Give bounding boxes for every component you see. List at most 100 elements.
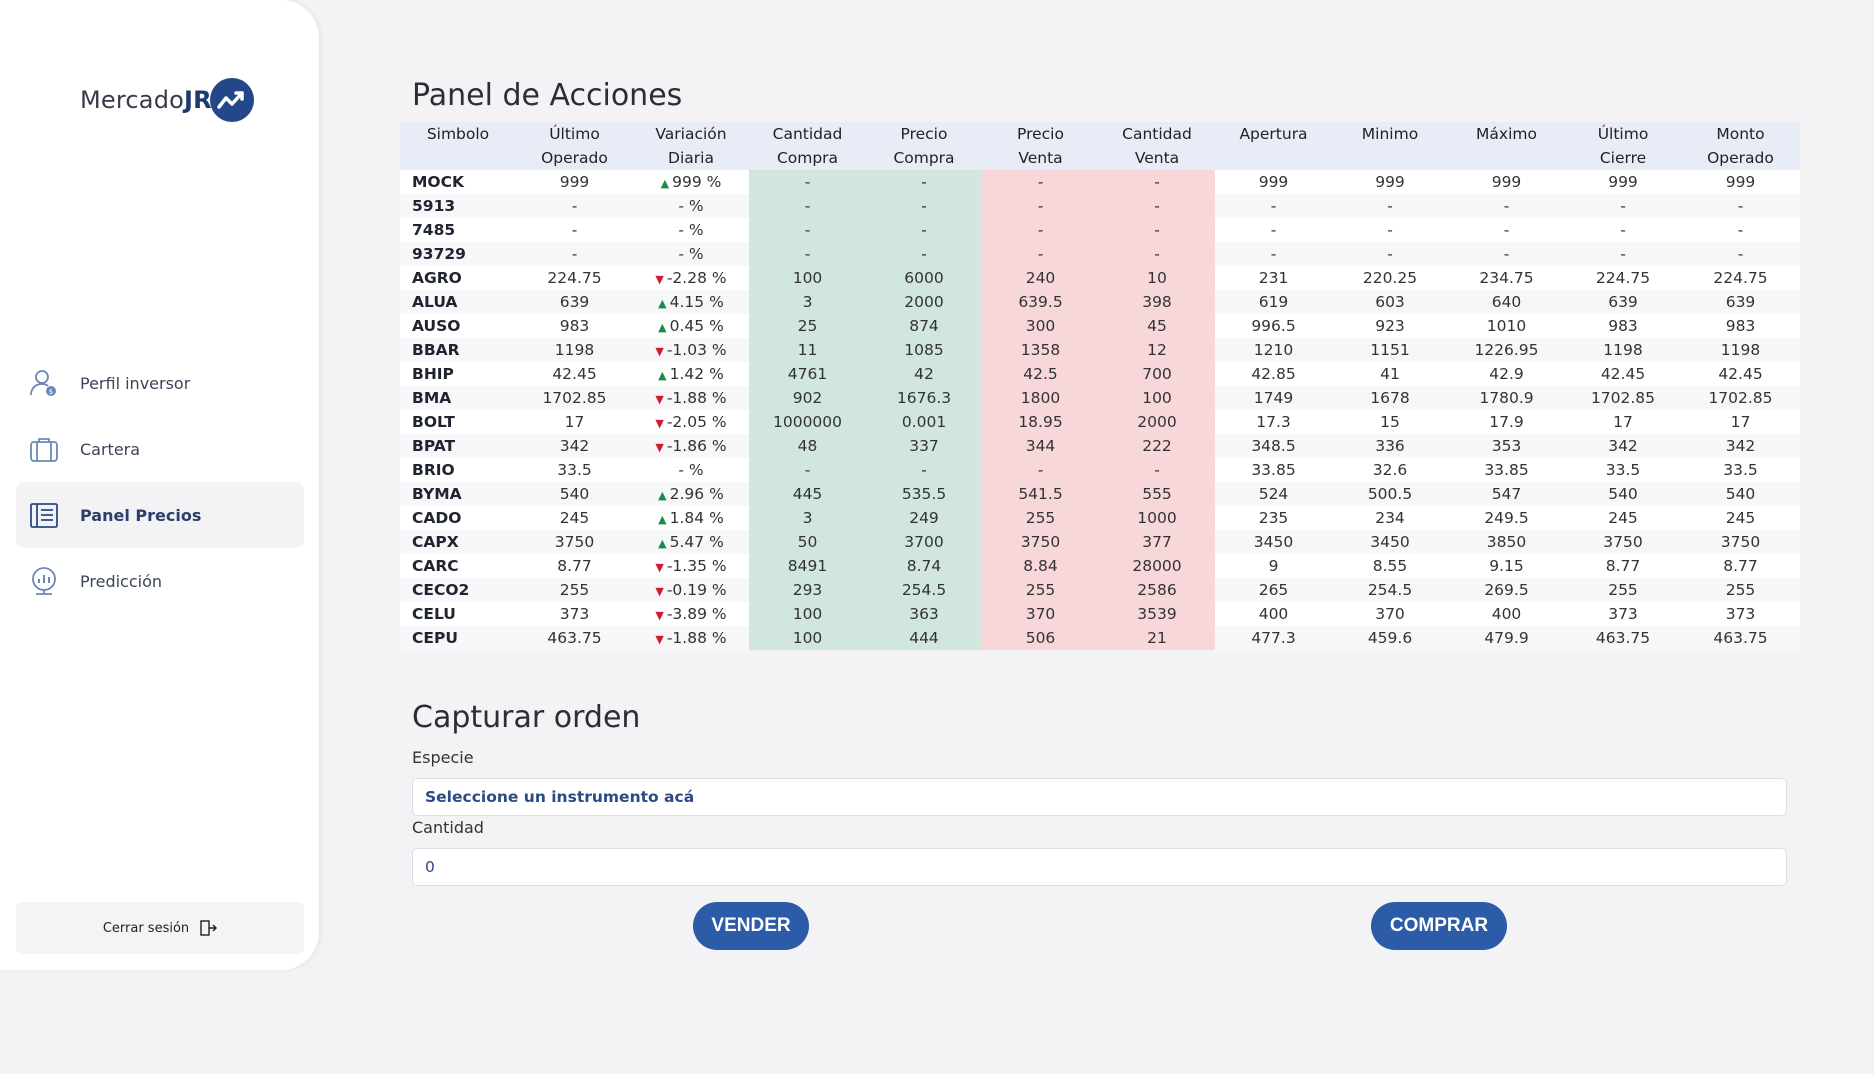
table-cell: 540 bbox=[1681, 482, 1800, 506]
table-cell: 1010 bbox=[1448, 314, 1565, 338]
table-row[interactable]: CEPU 463.75 ▼ -1.88 % 100 444 506 21 477.3 459.6 4… bbox=[400, 626, 1800, 650]
table-row[interactable]: BYMA 540 ▲ 2.96 % 445 535.5 541.5 555 524 500.5 54… bbox=[400, 482, 1800, 506]
sidebar-item-prediccion[interactable]: Predicción bbox=[16, 548, 304, 614]
table-cell: - bbox=[516, 218, 633, 242]
table-cell: - bbox=[1565, 194, 1681, 218]
table-cell: 459.6 bbox=[1332, 626, 1448, 650]
cell-value: AUSO bbox=[412, 317, 461, 335]
cell-value: - bbox=[1387, 221, 1393, 239]
sidebar-item-panel-precios[interactable]: Panel Precios bbox=[16, 482, 304, 548]
cell-value: 32.6 bbox=[1372, 461, 1408, 479]
table-row[interactable]: 93729 - - % - - - - - - - - - bbox=[400, 242, 1800, 266]
cell-value: 1702.85 bbox=[1708, 389, 1773, 407]
cell-value: 373 bbox=[1725, 605, 1756, 623]
especie-select[interactable]: Seleccione un instrumento acá bbox=[412, 778, 1787, 816]
table-row[interactable]: BRIO 33.5 - % - - - - 33.85 32.6 33.85 33.5 33.5 bbox=[400, 458, 1800, 482]
table-cell: - % bbox=[633, 458, 749, 482]
table-cell: 337 bbox=[866, 434, 982, 458]
table-row[interactable]: CECO2 255 ▼ -0.19 % 293 254.5 255 2586 265 254.5 2… bbox=[400, 578, 1800, 602]
table-cell: 255 bbox=[1681, 578, 1800, 602]
table-cell: - bbox=[982, 194, 1099, 218]
cell-value: -1.35 % bbox=[666, 557, 727, 575]
table-cell: 1198 bbox=[1681, 338, 1800, 362]
table-cell: 463.75 bbox=[516, 626, 633, 650]
trend-up-logo-icon bbox=[209, 78, 254, 122]
table-row[interactable]: CADO 245 ▲ 1.84 % 3 249 255 1000 235 234 249.5 245 2… bbox=[400, 506, 1800, 530]
table-row[interactable]: CARC 8.77 ▼ -1.35 % 8491 8.74 8.84 28000 9 8.55 9.… bbox=[400, 554, 1800, 578]
table-cell: - bbox=[1681, 218, 1800, 242]
sidebar-item-perfil-inversor[interactable]: $ Perfil inversor bbox=[16, 350, 304, 416]
arrow-up-icon: ▲ bbox=[660, 177, 670, 190]
table-cell: 45 bbox=[1099, 314, 1215, 338]
cell-value: 639.5 bbox=[1018, 293, 1063, 311]
cell-value: - bbox=[571, 245, 578, 263]
table-cell: 1000000 bbox=[749, 410, 866, 434]
sidebar-item-cartera[interactable]: Cartera bbox=[16, 416, 304, 482]
table-cell: 353 bbox=[1448, 434, 1565, 458]
table-row[interactable]: AGRO 224.75 ▼ -2.28 % 100 6000 240 10 231 220.25 2… bbox=[400, 266, 1800, 290]
table-cell: 996.5 bbox=[1215, 314, 1332, 338]
sidebar-item-label: Panel Precios bbox=[80, 505, 202, 525]
table-row[interactable]: 7485 - - % - - - - - - - - - bbox=[400, 218, 1800, 242]
table-row[interactable]: AUSO 983 ▲ 0.45 % 25 874 300 45 996.5 923 1010 983 9… bbox=[400, 314, 1800, 338]
cell-value: - bbox=[1620, 245, 1626, 263]
cell-value: - bbox=[1387, 245, 1393, 263]
arrow-down-icon: ▼ bbox=[655, 441, 664, 454]
cell-value: 479.9 bbox=[1484, 629, 1529, 647]
table-cell: 479.9 bbox=[1448, 626, 1565, 650]
table-cell: 1358 bbox=[982, 338, 1099, 362]
cell-value: 4761 bbox=[787, 365, 828, 383]
cell-value: -0.19 % bbox=[666, 581, 727, 599]
cell-value: - bbox=[1270, 197, 1277, 215]
table-cell: 269.5 bbox=[1448, 578, 1565, 602]
symbol-cell: BPAT bbox=[400, 434, 516, 458]
table-cell: 15 bbox=[1332, 410, 1448, 434]
table-row[interactable]: BBAR 1198 ▼ -1.03 % 11 1085 1358 12 1210 1151 1226… bbox=[400, 338, 1800, 362]
cell-value: 370 bbox=[1375, 605, 1405, 623]
brand-logo[interactable]: MercadoJR bbox=[80, 78, 254, 122]
cell-value: - % bbox=[678, 461, 704, 479]
cell-value: 224.75 bbox=[547, 269, 602, 287]
cell-value: 10 bbox=[1147, 269, 1167, 287]
cell-value: CEPU bbox=[412, 629, 458, 647]
table-cell: 639.5 bbox=[982, 290, 1099, 314]
table-row[interactable]: BMA 1702.85 ▼ -1.88 % 902 1676.3 1800 100 1749 16… bbox=[400, 386, 1800, 410]
buy-button[interactable]: COMPRAR bbox=[1371, 902, 1507, 950]
cell-value: - bbox=[921, 173, 927, 191]
logout-button[interactable]: Cerrar sesión bbox=[16, 902, 304, 954]
table-cell: ▲ 0.45 % bbox=[633, 314, 749, 338]
table-row[interactable]: 5913 - - % - - - - - - - - - bbox=[400, 194, 1800, 218]
table-cell: 1780.9 bbox=[1448, 386, 1565, 410]
quotes-table: Simbolo Último Operado Variación Diaria Canti… bbox=[400, 122, 1800, 650]
table-cell: 28000 bbox=[1099, 554, 1215, 578]
cell-value: 15 bbox=[1380, 413, 1400, 431]
cell-value: 5913 bbox=[412, 197, 456, 215]
table-row[interactable]: CELU 373 ▼ -3.89 % 100 363 370 3539 400 370 400 373… bbox=[400, 602, 1800, 626]
cell-value: 1151 bbox=[1370, 341, 1410, 359]
table-cell: 445 bbox=[749, 482, 866, 506]
table-row[interactable]: BPAT 342 ▼ -1.86 % 48 337 344 222 348.5 336 353 342… bbox=[400, 434, 1800, 458]
table-cell: 540 bbox=[516, 482, 633, 506]
cell-value: 255 bbox=[559, 581, 590, 599]
cell-value: 3850 bbox=[1486, 533, 1527, 551]
cell-value: 1800 bbox=[1020, 389, 1061, 407]
table-cell: 535.5 bbox=[866, 482, 982, 506]
cell-value: 28000 bbox=[1132, 557, 1182, 575]
sell-button[interactable]: VENDER bbox=[693, 902, 809, 950]
cell-value: 0.45 % bbox=[669, 317, 724, 335]
column-header: Máximo bbox=[1448, 122, 1565, 170]
table-row[interactable]: BHIP 42.45 ▲ 1.42 % 4761 42 42.5 700 42.85 41 42.9… bbox=[400, 362, 1800, 386]
cell-value: 370 bbox=[1025, 605, 1056, 623]
cell-value: CARC bbox=[412, 557, 459, 575]
sidebar-item-label: Perfil inversor bbox=[80, 373, 191, 393]
table-row[interactable]: MOCK 999 ▲ 999 % - - - - 999 999 999 999 999 bbox=[400, 170, 1800, 194]
table-row[interactable]: CAPX 3750 ▲ 5.47 % 50 3700 3750 377 3450 3450 3850… bbox=[400, 530, 1800, 554]
table-row[interactable]: ALUA 639 ▲ 4.15 % 3 2000 639.5 398 619 603 640 639 6… bbox=[400, 290, 1800, 314]
cantidad-input[interactable]: 0 bbox=[412, 848, 1787, 886]
table-cell: 1749 bbox=[1215, 386, 1332, 410]
table-row[interactable]: BOLT 17 ▼ -2.05 % 1000000 0.001 18.95 2000 17.3 1… bbox=[400, 410, 1800, 434]
arrow-down-icon: ▼ bbox=[655, 393, 664, 406]
table-cell: - bbox=[1448, 242, 1565, 266]
table-cell: ▼ -1.88 % bbox=[633, 386, 749, 410]
table-cell: 245 bbox=[1681, 506, 1800, 530]
